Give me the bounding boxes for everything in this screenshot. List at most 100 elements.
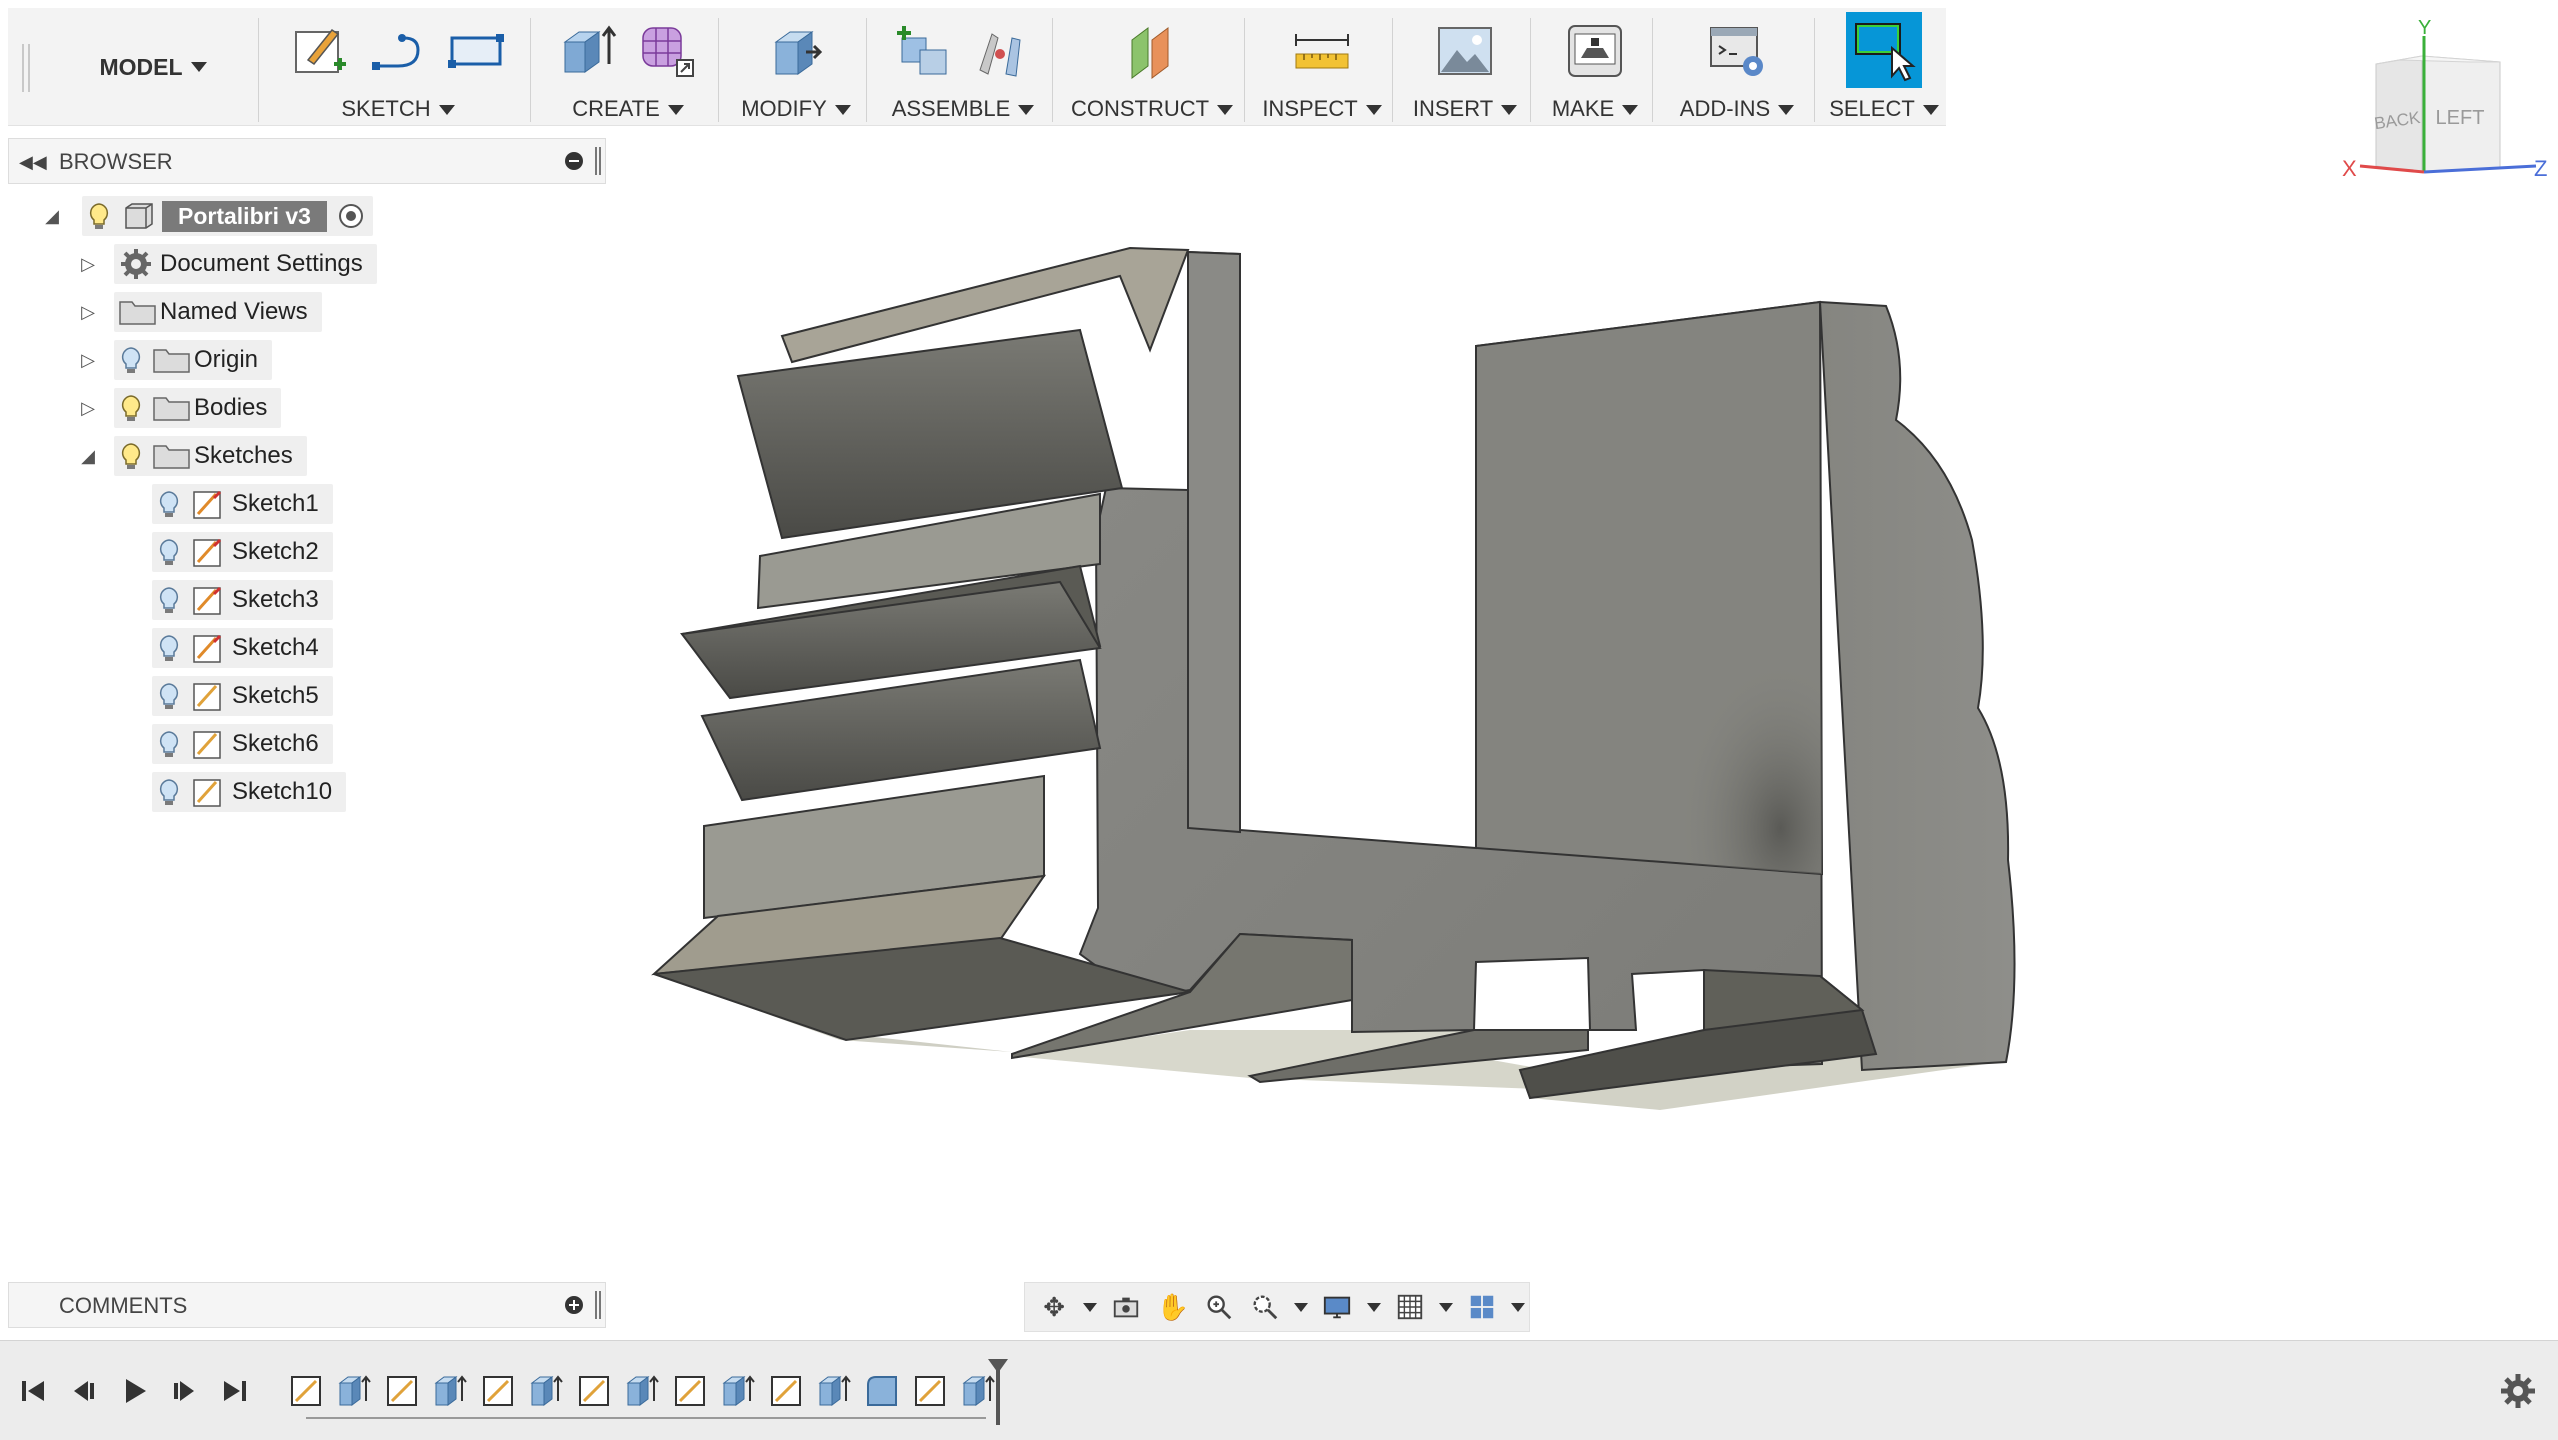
collapse-panel-icon[interactable]: ◀◀ bbox=[19, 152, 47, 173]
visibility-bulb-icon[interactable] bbox=[114, 436, 148, 476]
visibility-bulb-icon[interactable] bbox=[152, 532, 186, 572]
timeline-extrude-icon[interactable] bbox=[336, 1371, 372, 1409]
display-settings-icon[interactable] bbox=[1316, 1287, 1358, 1327]
visibility-bulb-icon[interactable] bbox=[152, 580, 186, 620]
sketch-menu[interactable]: SKETCH bbox=[266, 8, 530, 126]
toolbar-grip[interactable] bbox=[22, 44, 30, 92]
viewports-icon[interactable] bbox=[1461, 1287, 1503, 1327]
visibility-bulb-icon[interactable] bbox=[152, 772, 186, 812]
tree-item-sketches[interactable]: ◢ Sketches bbox=[76, 436, 307, 476]
timeline-extrude-icon[interactable] bbox=[432, 1371, 468, 1409]
inspect-menu[interactable]: INSPECT bbox=[1252, 8, 1392, 126]
tree-item-bodies[interactable]: ▷ Bodies bbox=[76, 388, 282, 428]
look-at-icon[interactable] bbox=[1105, 1287, 1147, 1327]
tree-item-sketch[interactable]: Sketch1 bbox=[152, 484, 333, 524]
gear-icon[interactable] bbox=[2498, 1371, 2538, 1411]
expand-arrow-icon[interactable]: ▷ bbox=[76, 302, 100, 323]
collapse-arrow-icon[interactable]: ◢ bbox=[40, 206, 64, 227]
tree-item-sketch[interactable]: Sketch4 bbox=[152, 628, 333, 668]
collapse-arrow-icon[interactable]: ◢ bbox=[76, 446, 100, 467]
visibility-bulb-icon[interactable] bbox=[152, 484, 186, 524]
timeline-sketch-icon[interactable] bbox=[768, 1371, 804, 1409]
construct-menu[interactable]: CONSTRUCT bbox=[1060, 8, 1244, 126]
window-select-icon[interactable] bbox=[1846, 12, 1922, 88]
create-sketch-icon[interactable] bbox=[290, 20, 350, 82]
tree-item-sketch[interactable]: Sketch2 bbox=[152, 532, 333, 572]
timeline-sketch-icon[interactable] bbox=[288, 1371, 324, 1409]
step-back-icon[interactable] bbox=[66, 1371, 102, 1411]
tree-item-named-views[interactable]: ▷ Named Views bbox=[76, 292, 322, 332]
visibility-bulb-icon[interactable] bbox=[152, 676, 186, 716]
select-menu[interactable]: SELECT bbox=[1822, 8, 1946, 126]
tree-item-sketch[interactable]: Sketch5 bbox=[152, 676, 333, 716]
tree-item-origin[interactable]: ▷ Origin bbox=[76, 340, 273, 380]
timeline-extrude-icon[interactable] bbox=[624, 1371, 660, 1409]
timeline-extrude-icon[interactable] bbox=[720, 1371, 756, 1409]
go-to-start-icon[interactable] bbox=[16, 1371, 52, 1411]
activate-radio-icon[interactable] bbox=[333, 196, 369, 236]
modify-menu[interactable]: MODIFY bbox=[726, 8, 866, 126]
timeline-extrude-icon[interactable] bbox=[960, 1371, 996, 1409]
panel-resize-handle[interactable] bbox=[595, 1291, 601, 1319]
extrude-icon[interactable] bbox=[559, 20, 619, 82]
insert-menu[interactable]: INSERT bbox=[1400, 8, 1530, 126]
chevron-down-icon[interactable] bbox=[1366, 1302, 1381, 1312]
tree-item-sketch[interactable]: Sketch6 bbox=[152, 724, 333, 764]
timeline-sketch-icon[interactable] bbox=[480, 1371, 516, 1409]
visibility-bulb-icon[interactable] bbox=[82, 196, 116, 236]
timeline-marker[interactable] bbox=[996, 1363, 1000, 1425]
assemble-menu[interactable]: ASSEMBLE bbox=[874, 8, 1052, 126]
joint-icon[interactable] bbox=[972, 20, 1032, 82]
chevron-down-icon[interactable] bbox=[1083, 1302, 1098, 1312]
press-pull-icon[interactable] bbox=[766, 20, 826, 82]
visibility-bulb-icon[interactable] bbox=[114, 340, 148, 380]
new-component-icon[interactable] bbox=[894, 20, 954, 82]
timeline-fillet-icon[interactable] bbox=[864, 1371, 900, 1409]
tree-root-component[interactable]: ◢ Portalibri v3 bbox=[40, 196, 373, 236]
workspace-switcher[interactable]: MODEL bbox=[48, 8, 258, 126]
visibility-bulb-icon[interactable] bbox=[114, 388, 148, 428]
scripts-addins-icon[interactable] bbox=[1707, 20, 1767, 82]
orbit-icon[interactable]: ✥ bbox=[1033, 1287, 1075, 1327]
go-to-end-icon[interactable] bbox=[216, 1371, 252, 1411]
chevron-down-icon[interactable] bbox=[1438, 1302, 1453, 1312]
pan-hand-icon[interactable]: ✋ bbox=[1152, 1287, 1194, 1327]
visibility-bulb-icon[interactable] bbox=[152, 724, 186, 764]
measure-icon[interactable] bbox=[1292, 20, 1352, 82]
expand-arrow-icon[interactable]: ▷ bbox=[76, 254, 100, 275]
minimize-icon[interactable] bbox=[565, 152, 583, 170]
visibility-bulb-icon[interactable] bbox=[152, 628, 186, 668]
addins-menu[interactable]: ADD-INS bbox=[1660, 8, 1814, 126]
viewcube-left-face[interactable]: LEFT bbox=[2436, 107, 2485, 129]
timeline-sketch-icon[interactable] bbox=[384, 1371, 420, 1409]
3d-viewport[interactable] bbox=[620, 130, 2558, 1270]
fit-zoom-icon[interactable] bbox=[1244, 1287, 1286, 1327]
timeline-extrude-icon[interactable] bbox=[816, 1371, 852, 1409]
tree-item-sketch[interactable]: Sketch10 bbox=[152, 772, 347, 812]
bookend-model[interactable] bbox=[651, 246, 2016, 1110]
timeline-sketch-icon[interactable] bbox=[672, 1371, 708, 1409]
line-spline-icon[interactable] bbox=[368, 20, 428, 82]
timeline-extrude-icon[interactable] bbox=[528, 1371, 564, 1409]
offset-plane-icon[interactable] bbox=[1122, 20, 1182, 82]
play-icon[interactable] bbox=[116, 1371, 152, 1411]
zoom-icon[interactable] bbox=[1198, 1287, 1240, 1327]
chevron-down-icon[interactable] bbox=[1511, 1302, 1525, 1312]
step-forward-icon[interactable] bbox=[166, 1371, 202, 1411]
timeline-sketch-icon[interactable] bbox=[576, 1371, 612, 1409]
form-icon[interactable] bbox=[637, 20, 697, 82]
add-comment-icon[interactable] bbox=[565, 1296, 583, 1314]
3d-print-icon[interactable] bbox=[1565, 20, 1625, 82]
grid-settings-icon[interactable] bbox=[1389, 1287, 1431, 1327]
rectangle-icon[interactable] bbox=[446, 20, 506, 82]
insert-image-icon[interactable] bbox=[1435, 20, 1495, 82]
tree-item-document-settings[interactable]: ▷ Document Settings bbox=[76, 244, 377, 284]
create-menu[interactable]: CREATE bbox=[538, 8, 718, 126]
chevron-down-icon[interactable] bbox=[1294, 1302, 1309, 1312]
panel-resize-handle[interactable] bbox=[595, 147, 601, 175]
make-menu[interactable]: MAKE bbox=[1538, 8, 1652, 126]
timeline-sketch-icon[interactable] bbox=[912, 1371, 948, 1409]
tree-item-sketch[interactable]: Sketch3 bbox=[152, 580, 333, 620]
expand-arrow-icon[interactable]: ▷ bbox=[76, 398, 100, 419]
expand-arrow-icon[interactable]: ▷ bbox=[76, 350, 100, 371]
